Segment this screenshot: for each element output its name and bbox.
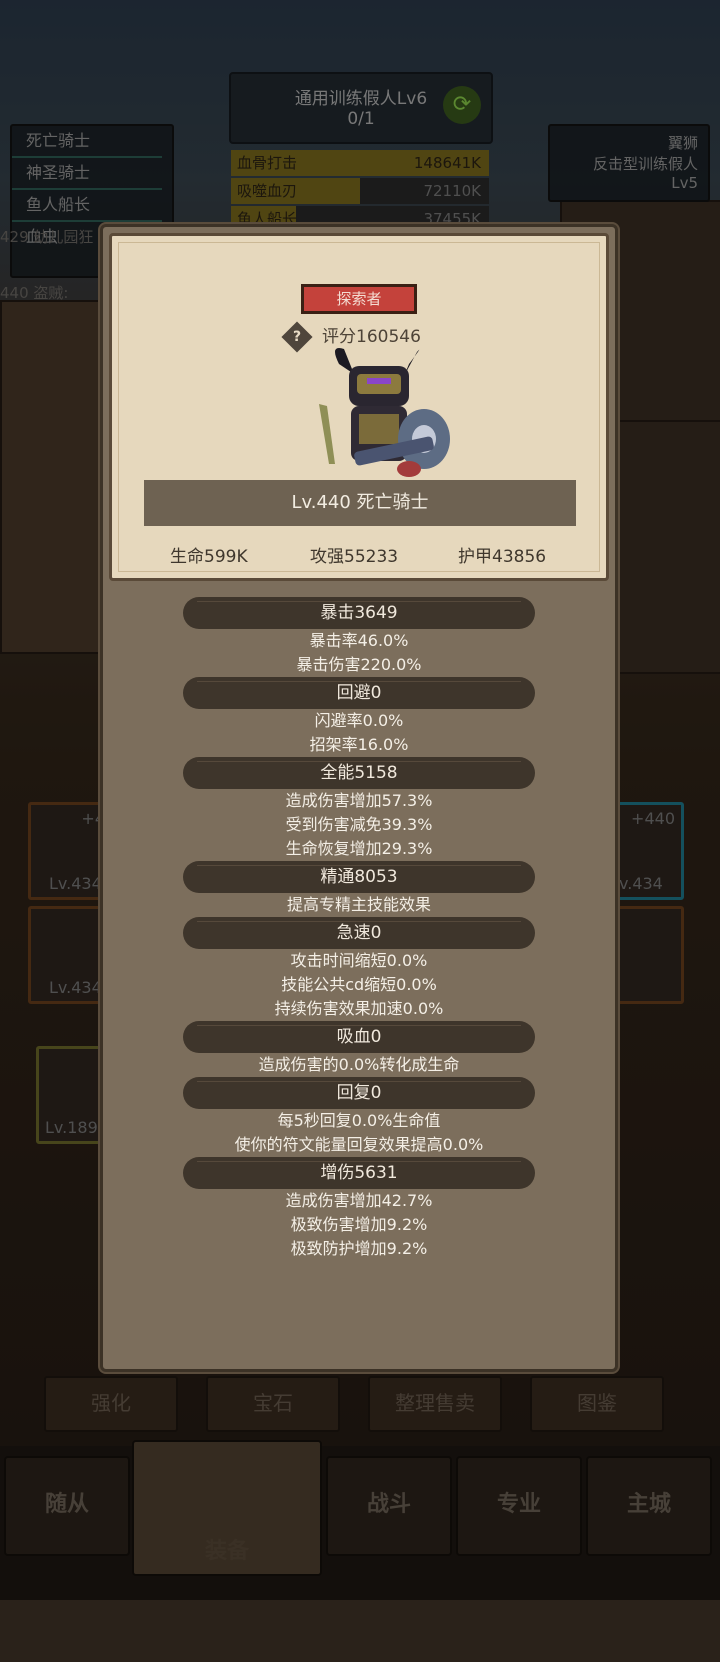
hero-stats-popup: 探索者 ? 评分160546 Lv.440 死亡骑士 生命599K 攻强55233… [100,224,618,1372]
stat-detail-line: 生命恢复增加29.3% [285,839,433,858]
stat-category-header: 急速0 [183,917,535,949]
stat-category-header: 回避0 [183,677,535,709]
attack-stat: 攻强55233 [310,547,399,567]
secondary-stats-list: 暴击3649 暴击率46.0% 暴击伤害220.0% 回避0 闪避率0.0% 招架率16.… [103,597,615,1261]
stat-detail-line: 每5秒回复0.0%生命值 [277,1111,441,1130]
stat-category-header: 吸血0 [183,1021,535,1053]
stat-detail-line: 受到伤害减免39.3% [285,815,433,834]
stat-detail-line: 造成伤害增加42.7% [285,1191,433,1210]
hp-stat: 生命599K [170,547,248,567]
stat-detail-line: 造成伤害的0.0%转化成生命 [258,1055,460,1074]
stat-category-header: 回复0 [183,1077,535,1109]
hero-name-bar: Lv.440 死亡骑士 [144,480,576,526]
stat-detail-line: 持续伤害效果加速0.0% [274,999,444,1018]
stat-detail-line: 暴击伤害220.0% [296,655,422,674]
stat-detail-line: 招架率16.0% [309,735,409,754]
stat-detail-line: 技能公共cd缩短0.0% [281,975,437,994]
stat-detail-line: 攻击时间缩短0.0% [290,951,428,970]
death-knight-portrait [319,348,450,477]
hero-core-stats: 生命599K 攻强55233 护甲43856 [112,538,606,570]
stat-detail-line: 极致防护增加9.2% [290,1239,428,1258]
stat-category-header: 暴击3649 [183,597,535,629]
stat-detail-line: 暴击率46.0% [309,631,409,650]
stat-category-header: 精通8053 [183,861,535,893]
armor-stat: 护甲43856 [458,547,547,567]
stat-detail-line: 闪避率0.0% [314,711,404,730]
stat-detail-line: 极致伤害增加9.2% [290,1215,428,1234]
stat-detail-line: 提高专精主技能效果 [286,895,431,914]
hero-header-card: 探索者 ? 评分160546 Lv.440 死亡骑士 生命599K 攻强55233… [109,233,609,581]
hero-title-badge: 探索者 [301,284,417,314]
stat-detail-line: 造成伤害增加57.3% [285,791,433,810]
stat-category-header: 全能5158 [183,757,535,789]
stat-detail-line: 使你的符文能量回复效果提高0.0% [234,1135,484,1154]
stat-category-header: 增伤5631 [183,1157,535,1189]
